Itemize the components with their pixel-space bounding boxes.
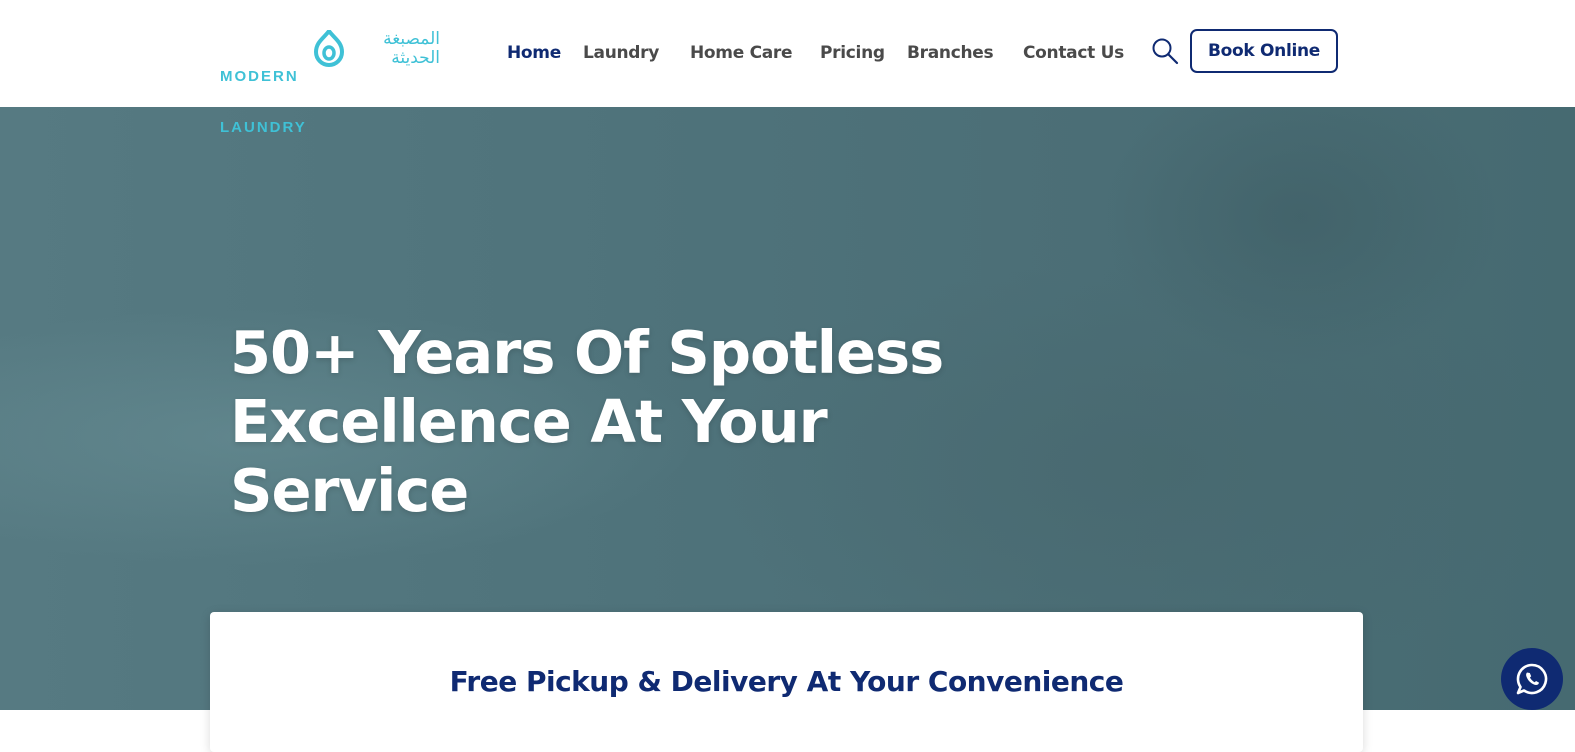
nav-home[interactable]: Home	[507, 43, 561, 63]
book-online-button[interactable]: Book Online	[1190, 29, 1338, 73]
pickup-delivery-card: Free Pickup & Delivery At Your Convenien…	[210, 612, 1363, 752]
site-header: MODERN LAUNDRY المصبغة الحديثة Home Laun…	[0, 0, 1575, 136]
nav-home-care[interactable]: Home Care	[690, 43, 793, 63]
logo-text-ar-line1: المصبغة	[383, 29, 440, 49]
pickup-delivery-title: Free Pickup & Delivery At Your Convenien…	[449, 665, 1124, 698]
logo-text-ar: المصبغة الحديثة	[354, 30, 440, 68]
drop-icon	[313, 30, 345, 67]
search-icon	[1152, 38, 1179, 65]
nav-pricing[interactable]: Pricing	[820, 43, 885, 63]
logo-text-en-line1: MODERN	[220, 68, 299, 85]
logo-text-en: MODERN LAUNDRY	[220, 34, 307, 170]
nav-branches[interactable]: Branches	[907, 43, 994, 63]
whatsapp-icon	[1516, 663, 1548, 695]
logo-text-ar-line2: الحديثة	[391, 48, 440, 68]
nav-laundry[interactable]: Laundry	[583, 43, 659, 63]
whatsapp-button[interactable]	[1501, 648, 1563, 710]
logo-text-en-line2: LAUNDRY	[220, 119, 307, 136]
nav-contact-us[interactable]: Contact Us	[1023, 43, 1124, 63]
hero-title: 50+ Years Of Spotless Excellence At Your…	[230, 318, 944, 525]
search-button[interactable]	[1151, 37, 1179, 65]
